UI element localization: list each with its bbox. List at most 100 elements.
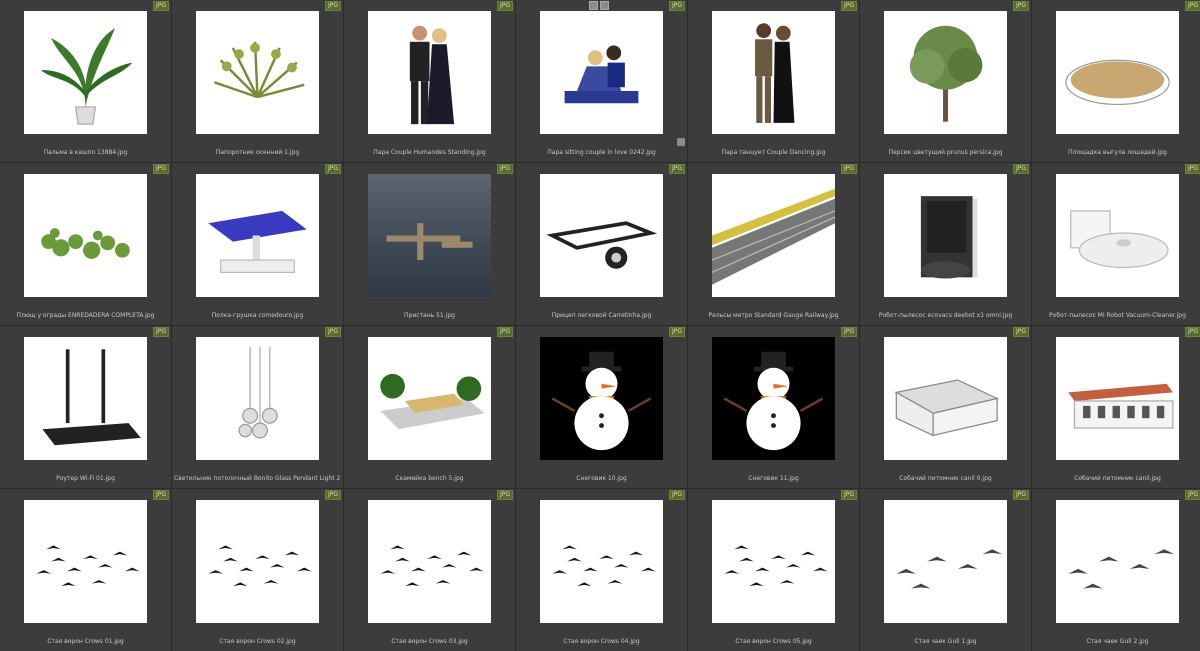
crows-thumbnail[interactable] — [368, 500, 491, 623]
thumbnail-item[interactable]: JPG Пристань 51.jpg — [344, 163, 515, 325]
thumbnail-item[interactable]: JPG Персик цветущий prunus persica.jpg — [860, 0, 1031, 162]
thumbnail-item[interactable]: JPG Полка-грушка comedouro.jpg — [172, 163, 343, 325]
couple-standing-thumbnail[interactable] — [368, 11, 491, 134]
file-type-badge: JPG — [324, 490, 341, 500]
thumbnail-item[interactable]: JPG Снеговик 10.jpg — [516, 326, 687, 488]
fern-thumbnail[interactable] — [196, 11, 319, 134]
file-type-badge: JPG — [840, 1, 857, 11]
thumbnail-caption: Стая ворон Crows 05.jpg — [735, 638, 812, 645]
thumbnail-caption: Стая ворон Crows 04.jpg — [563, 638, 640, 645]
file-type-badge: JPG — [152, 327, 169, 337]
file-type-badge: JPG — [496, 327, 513, 337]
thumbnail-caption: Стая ворон Crows 01.jpg — [47, 638, 124, 645]
thumbnail-item[interactable]: JPG Робот-пылесос Mi Robot Vacuum-Cleaner… — [1032, 163, 1200, 325]
thumbnail-caption: Стая чаек Gull 1.jpg — [914, 638, 977, 645]
snowman-thumbnail[interactable] — [540, 337, 663, 460]
edit-icon[interactable] — [600, 1, 609, 10]
file-type-badge: JPG — [1012, 164, 1029, 174]
thumbnail-caption: Пристань 51.jpg — [404, 312, 455, 319]
thumbnail-caption: Светильник потолочный Bonito Glass Penda… — [174, 475, 341, 482]
file-type-badge: JPG — [840, 164, 857, 174]
thumbnail-item[interactable]: JPG Плющ у ограды ENREDADERA COMPLETA.jpg — [0, 163, 171, 325]
gulls-thumbnail[interactable] — [1056, 500, 1179, 623]
file-type-badge: JPG — [668, 1, 685, 11]
thumbnail-item[interactable]: JPG Пара sitting couple in love 0242.jpg — [516, 0, 687, 162]
file-type-badge: JPG — [668, 490, 685, 500]
thumbnail-caption: Робот-пылесос ecovacs deebot x1 omni.jpg — [878, 312, 1013, 319]
file-type-badge: JPG — [152, 490, 169, 500]
thumbnail-item[interactable]: JPG Стая чаек Gull 2.jpg — [1032, 489, 1200, 651]
horse-arena-thumbnail[interactable] — [1056, 11, 1179, 134]
file-type-badge: JPG — [1012, 1, 1029, 11]
potted-palm-thumbnail[interactable] — [24, 11, 147, 134]
file-type-badge: JPG — [496, 164, 513, 174]
thumbnail-caption: Пара sitting couple in love 0242.jpg — [547, 149, 656, 156]
file-type-badge: JPG — [668, 327, 685, 337]
kennel-house-thumbnail[interactable] — [1056, 337, 1179, 460]
thumbnail-caption: Площадка выгула лошадей.jpg — [1068, 149, 1167, 156]
select-checkbox[interactable] — [677, 138, 685, 146]
thumbnail-item[interactable]: JPG Стая ворон Crows 02.jpg — [172, 489, 343, 651]
thumbnail-item[interactable]: JPG Пара Couple Humandes Standing.jpg — [344, 0, 515, 162]
file-type-badge: JPG — [840, 327, 857, 337]
file-type-badge: JPG — [324, 1, 341, 11]
thumbnail-item[interactable]: JPG Стая ворон Crows 03.jpg — [344, 489, 515, 651]
thumbnail-caption: Робот-пылесос Mi Robot Vacuum-Cleaner.jp… — [1049, 312, 1186, 319]
pier-thumbnail[interactable] — [368, 174, 491, 297]
thumbnail-caption: Рельсы метро Standard Gauge Railway.jpg — [708, 312, 839, 319]
kennel-thumbnail[interactable] — [884, 337, 1007, 460]
gulls-thumbnail[interactable] — [884, 500, 1007, 623]
thumbnail-item[interactable]: JPG Стая ворон Crows 05.jpg — [688, 489, 859, 651]
bench-thumbnail[interactable] — [368, 337, 491, 460]
thumbnail-item[interactable]: JPG Пара танцует Couple Dancing.jpg — [688, 0, 859, 162]
thumbnail-item[interactable]: JPG Площадка выгула лошадей.jpg — [1032, 0, 1200, 162]
file-type-badge: JPG — [840, 490, 857, 500]
hover-toolbar[interactable] — [589, 1, 609, 10]
crows-thumbnail[interactable] — [196, 500, 319, 623]
thumbnail-item[interactable]: JPG Стая чаек Gull 1.jpg — [860, 489, 1031, 651]
thumbnail-item[interactable]: JPG Снеговик 11.jpg — [688, 326, 859, 488]
router-thumbnail[interactable] — [24, 337, 147, 460]
thumbnail-item[interactable]: JPG Скамейка bench 5.jpg — [344, 326, 515, 488]
view-icon[interactable] — [589, 1, 598, 10]
thumbnail-item[interactable]: JPG Робот-пылесос ecovacs deebot x1 omni.… — [860, 163, 1031, 325]
thumbnail-item[interactable]: JPG Светильник потолочный Bonito Glass Pe… — [172, 326, 343, 488]
thumbnail-item[interactable]: JPG Папоротник осенний 1.jpg — [172, 0, 343, 162]
thumbnail-item[interactable]: JPG Собачий питомник canil.jpg — [1032, 326, 1200, 488]
thumbnail-caption: Прицеп легковой Carretinha.jpg — [551, 312, 652, 319]
thumbnail-caption: Роутер Wi-Fi 01.jpg — [56, 475, 115, 482]
file-type-badge: JPG — [668, 164, 685, 174]
trailer-thumbnail[interactable] — [540, 174, 663, 297]
couple-dancing-thumbnail[interactable] — [712, 11, 835, 134]
crows-thumbnail[interactable] — [24, 500, 147, 623]
pendant-light-thumbnail[interactable] — [196, 337, 319, 460]
file-type-badge: JPG — [496, 1, 513, 11]
thumbnail-item[interactable]: JPG Стая ворон Crows 04.jpg — [516, 489, 687, 651]
thumbnail-item[interactable]: JPG Пальма в кашпо 13884.jpg — [0, 0, 171, 162]
thumbnail-item[interactable]: JPG Рельсы метро Standard Gauge Railway.j… — [688, 163, 859, 325]
file-type-badge: JPG — [324, 327, 341, 337]
thumbnail-item[interactable]: JPG Стая ворон Crows 01.jpg — [0, 489, 171, 651]
snowman-thumbnail[interactable] — [712, 337, 835, 460]
thumbnail-caption: Собачий питомник canil.jpg — [1074, 475, 1161, 482]
ivy-thumbnail[interactable] — [24, 174, 147, 297]
thumbnail-caption: Пара танцует Couple Dancing.jpg — [721, 149, 826, 156]
thumbnail-caption: Пара Couple Humandes Standing.jpg — [373, 149, 486, 156]
thumbnail-caption: Скамейка bench 5.jpg — [395, 475, 464, 482]
tree-thumbnail[interactable] — [884, 11, 1007, 134]
thumbnail-item[interactable]: JPG Прицеп легковой Carretinha.jpg — [516, 163, 687, 325]
couple-sitting-thumbnail[interactable] — [540, 11, 663, 134]
railway-thumbnail[interactable] — [712, 174, 835, 297]
thumbnail-item[interactable]: JPG Роутер Wi-Fi 01.jpg — [0, 326, 171, 488]
robot-vacuum-thumbnail[interactable] — [1056, 174, 1179, 297]
file-type-badge: JPG — [496, 490, 513, 500]
thumbnail-caption: Стая ворон Crows 02.jpg — [219, 638, 296, 645]
file-type-badge: JPG — [1012, 490, 1029, 500]
robot-station-thumbnail[interactable] — [884, 174, 1007, 297]
thumbnail-item[interactable]: JPG Собачий питомник canil 0.jpg — [860, 326, 1031, 488]
thumbnail-caption: Полка-грушка comedouro.jpg — [211, 312, 304, 319]
crows-thumbnail[interactable] — [712, 500, 835, 623]
canopy-thumbnail[interactable] — [196, 174, 319, 297]
thumbnail-caption: Папоротник осенний 1.jpg — [215, 149, 300, 156]
crows-thumbnail[interactable] — [540, 500, 663, 623]
